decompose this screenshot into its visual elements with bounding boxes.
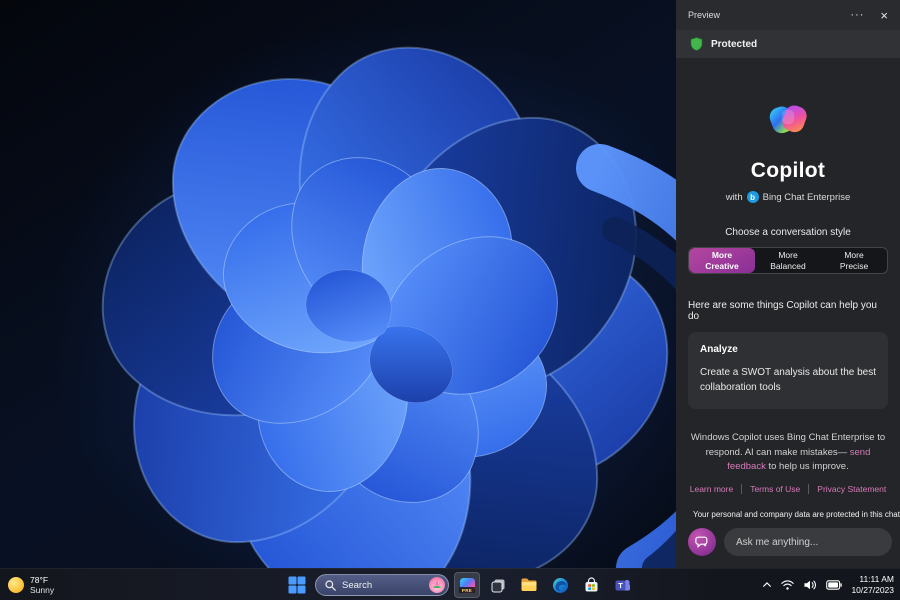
privacy-note: Your personal and company data are prote… — [693, 510, 900, 519]
weather-widget[interactable]: 78°F Sunny — [8, 569, 54, 600]
terms-of-use-link[interactable]: Terms of Use — [750, 484, 800, 494]
shield-icon — [690, 37, 703, 51]
close-icon[interactable]: × — [880, 8, 888, 23]
battery-icon[interactable] — [826, 580, 843, 590]
bing-logo-icon: b — [746, 191, 759, 203]
search-placeholder: Search — [342, 579, 373, 591]
subtitle-brand: Bing Chat Enterprise — [762, 191, 851, 203]
more-options-icon[interactable]: ··· — [850, 9, 864, 21]
taskbar: 78°F Sunny Search PRE T 11:11 AM 10/27/2… — [0, 568, 900, 600]
windows-logo-icon — [288, 576, 306, 594]
store-button[interactable] — [578, 572, 604, 598]
volume-icon[interactable] — [803, 579, 817, 591]
panel-header-actions: ··· × — [850, 8, 888, 23]
teams-letter: T — [618, 581, 623, 590]
chat-bubble-sparkle-icon — [695, 536, 708, 548]
panel-title: Preview — [688, 10, 721, 20]
copilot-logo-icon — [763, 92, 813, 147]
edge-icon — [552, 577, 568, 593]
sun-icon — [8, 577, 24, 593]
protected-label: Protected — [711, 38, 758, 50]
edge-button[interactable] — [547, 572, 573, 598]
copilot-pre-label: PRE — [461, 587, 473, 593]
disclaimer-text: Windows Copilot uses Bing Chat Enterpris… — [690, 432, 886, 473]
style-option-creative[interactable]: More Creative — [689, 248, 755, 273]
teams-icon: T — [615, 579, 630, 590]
wifi-icon[interactable] — [781, 579, 795, 591]
search-icon — [325, 579, 336, 591]
store-icon — [585, 576, 597, 591]
chat-input-row — [688, 528, 892, 556]
suggestion-card-title: Analyze — [700, 344, 738, 355]
ask-me-anything-input[interactable] — [724, 528, 892, 556]
tray-time: 11:11 AM — [859, 573, 894, 584]
suggestion-card-body: Create a SWOT analysis about the best co… — [700, 367, 877, 393]
teams-button[interactable]: T — [609, 572, 635, 598]
style-option-balanced[interactable]: More Balanced — [755, 248, 821, 273]
conversation-style-label: Choose a conversation style — [725, 227, 851, 238]
task-view-icon — [491, 579, 504, 592]
taskbar-search[interactable]: Search — [315, 574, 449, 596]
protected-banner: Protected — [676, 30, 900, 58]
taskbar-center: Search PRE T — [284, 569, 635, 600]
panel-header: Preview ··· × — [676, 0, 900, 30]
tray-date: 10/27/2023 — [851, 585, 894, 595]
divider — [808, 484, 810, 495]
file-explorer-icon — [521, 578, 537, 591]
copilot-pre-band: PRE — [459, 587, 475, 593]
subtitle-prefix: with — [725, 191, 743, 203]
copilot-subtitle: with b Bing Chat Enterprise — [725, 191, 851, 203]
style-option-precise[interactable]: More Precise — [821, 248, 887, 273]
hidden-icons-chevron-icon[interactable] — [762, 580, 772, 590]
taskbar-copilot-button[interactable]: PRE — [454, 572, 480, 598]
daily-image-lotus-icon[interactable] — [429, 577, 445, 593]
copilot-title: Copilot — [750, 159, 826, 182]
panel-body: Copilot with b Bing Chat Enterprise Choo… — [676, 58, 900, 568]
file-explorer-button[interactable] — [516, 572, 542, 598]
screen: Preview ··· × Protected Copilot with b B… — [0, 0, 900, 600]
conversation-style-selector: More Creative More Balanced More Precise — [688, 247, 888, 274]
weather-condition: Sunny — [30, 585, 55, 595]
clock[interactable]: 11:11 AM 10/27/2023 — [851, 574, 894, 596]
privacy-statement-link[interactable]: Privacy Statement — [817, 484, 886, 494]
copilot-panel: Preview ··· × Protected Copilot with b B… — [676, 0, 900, 568]
start-button[interactable] — [284, 572, 310, 598]
suggestions-heading: Here are some things Copilot can help yo… — [688, 300, 877, 322]
learn-more-link[interactable]: Learn more — [690, 484, 733, 494]
privacy-row: Your personal and company data are prote… — [688, 509, 900, 520]
suggestion-card[interactable]: Analyze Create a SWOT analysis about the… — [688, 332, 888, 409]
legal-links: Learn more Terms of Use Privacy Statemen… — [690, 484, 886, 495]
weather-temp: 78°F — [30, 574, 49, 585]
divider — [741, 484, 743, 495]
system-tray: 11:11 AM 10/27/2023 — [762, 569, 894, 600]
task-view-button[interactable] — [485, 572, 511, 598]
new-topic-button[interactable] — [688, 528, 716, 556]
weather-text: 78°F Sunny — [30, 575, 54, 595]
